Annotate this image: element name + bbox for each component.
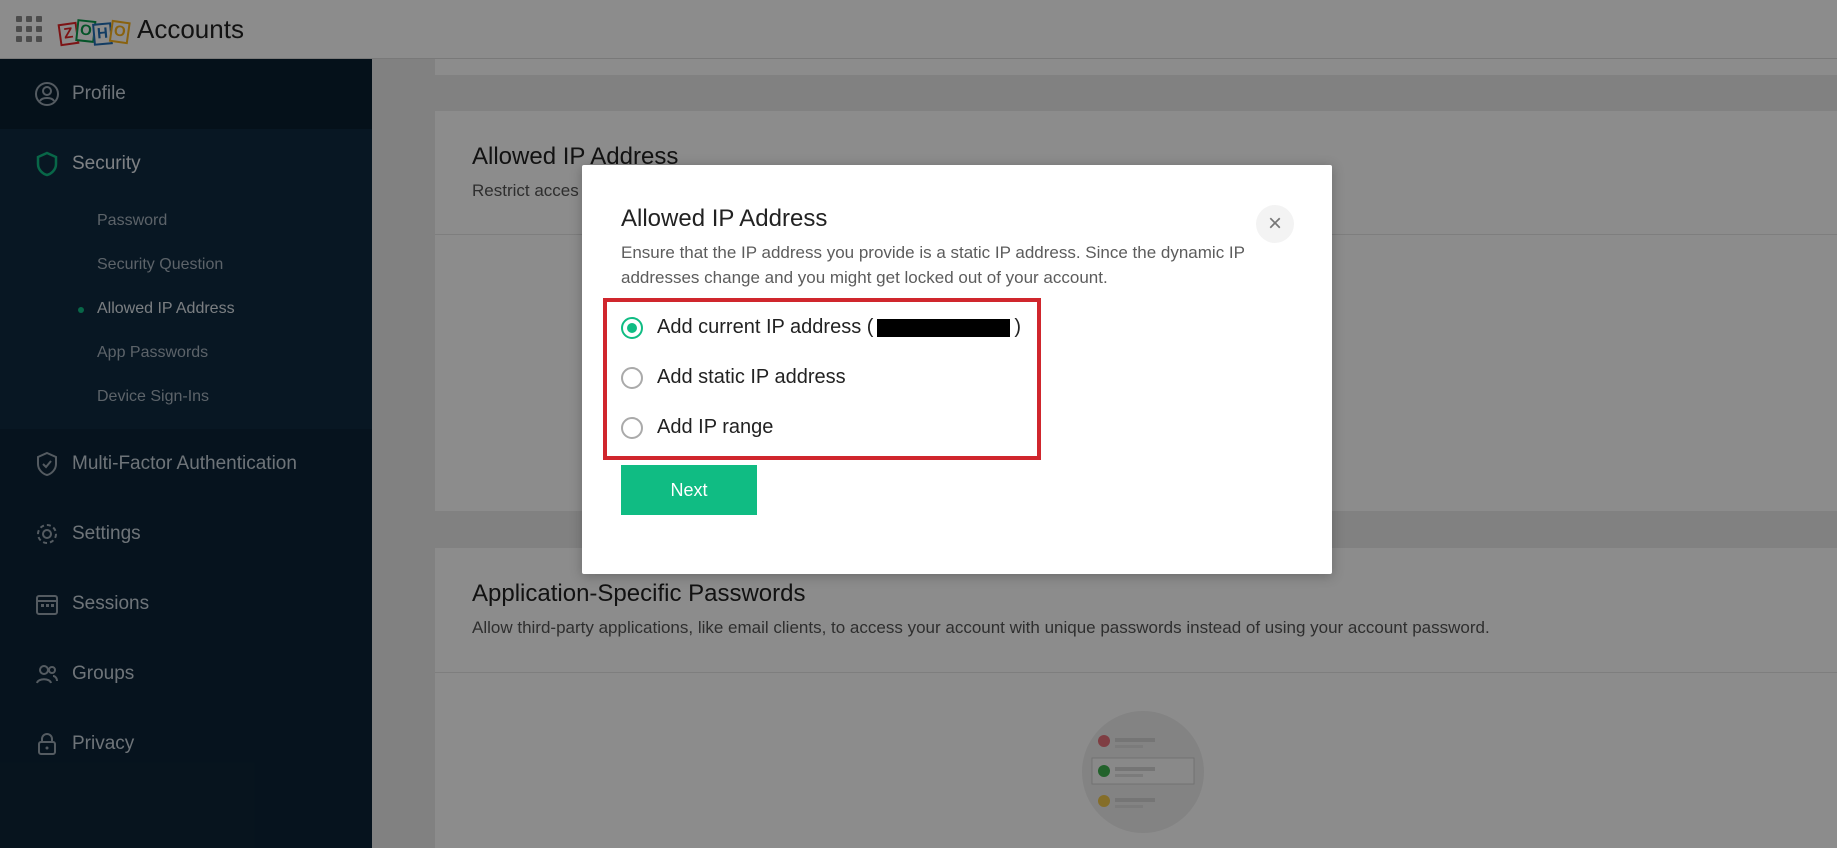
radio-static-ip[interactable] xyxy=(621,366,643,389)
redacted-ip xyxy=(877,318,1011,337)
option-current-ip[interactable]: Add current IP address ( ) xyxy=(621,316,1021,339)
option-label: Add static IP address xyxy=(657,366,846,388)
modal-description: Ensure that the IP address you provide i… xyxy=(621,243,1245,287)
option-label: Add IP range xyxy=(657,416,774,438)
radio-ip-range[interactable] xyxy=(621,416,643,439)
option-ip-range[interactable]: Add IP range xyxy=(621,416,773,439)
close-button[interactable]: × xyxy=(1256,205,1294,243)
modal-title: Allowed IP Address xyxy=(621,205,828,232)
radio-current-ip[interactable] xyxy=(621,316,643,339)
close-icon: × xyxy=(1267,210,1282,237)
option-label-suffix: ) xyxy=(1014,316,1022,338)
option-static-ip[interactable]: Add static IP address xyxy=(621,366,846,389)
next-button[interactable]: Next xyxy=(621,465,757,515)
allowed-ip-modal: Allowed IP Address × Ensure that the IP … xyxy=(582,165,1332,574)
option-label: Add current IP address ( xyxy=(657,316,874,338)
